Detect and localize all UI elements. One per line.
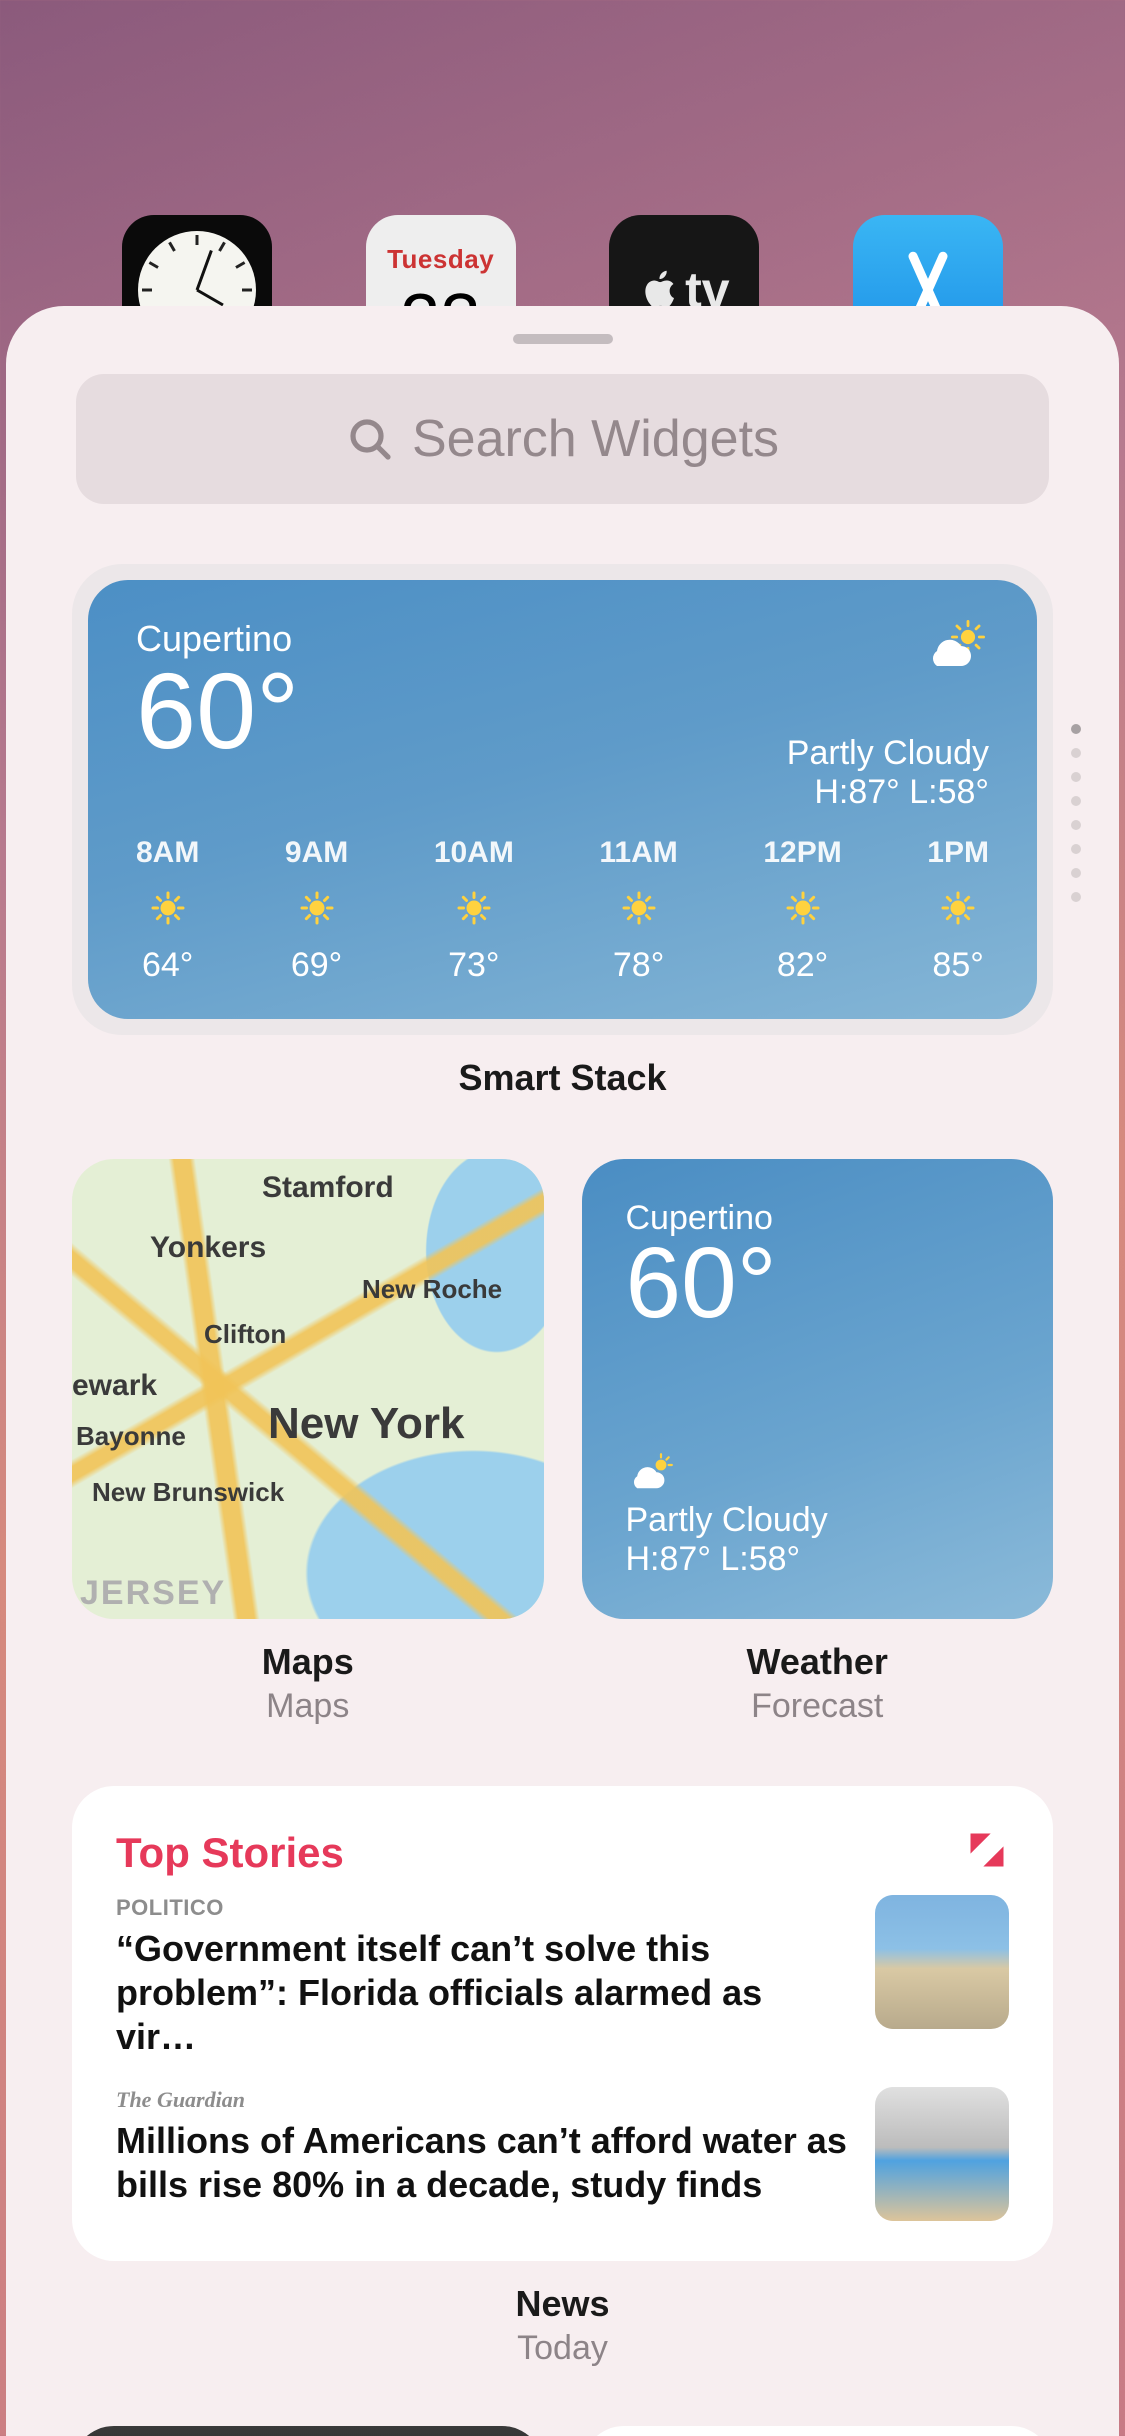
hour-item: 8AM 64° xyxy=(136,836,199,985)
story-thumbnail xyxy=(875,2087,1009,2221)
sun-icon xyxy=(456,890,492,926)
map-region-label: JERSEY xyxy=(80,1574,226,1613)
hour-time: 10AM xyxy=(434,836,514,870)
search-input[interactable]: Search Widgets xyxy=(76,374,1049,504)
hour-item: 11AM 78° xyxy=(599,836,677,985)
partly-cloudy-icon xyxy=(923,620,989,668)
maps-label: Maps xyxy=(72,1641,544,1683)
weather-small-condition: Partly Cloudy xyxy=(626,1501,1010,1540)
weather-small-temperature: 60° xyxy=(626,1238,1010,1328)
story-thumbnail xyxy=(875,1895,1009,2029)
smart-stack-label: Smart Stack xyxy=(72,1057,1053,1099)
weather-widget-small[interactable]: Cupertino 60° Partly Cloudy H:87° L:58° xyxy=(582,1159,1054,1619)
sun-icon xyxy=(940,890,976,926)
hour-time: 11AM xyxy=(599,836,677,870)
news-sublabel: Today xyxy=(72,2329,1053,2368)
weather-temperature: 60° xyxy=(136,654,299,767)
hour-temp: 69° xyxy=(291,946,342,985)
weather-sublabel: Forecast xyxy=(582,1687,1054,1726)
weather-widget-large[interactable]: Cupertino 60° Partly Cloudy H:87° L:58° … xyxy=(88,580,1037,1019)
story-source: POLITICO xyxy=(116,1895,849,1921)
story-headline: Millions of Americans can’t afford water… xyxy=(116,2119,849,2207)
map-city-label: Clifton xyxy=(204,1319,286,1350)
next-widgets-row xyxy=(72,2426,1053,2436)
apple-logo-icon xyxy=(639,269,681,311)
map-city-label: New York xyxy=(268,1399,464,1449)
sun-icon xyxy=(785,890,821,926)
story-source: The Guardian xyxy=(116,2087,849,2113)
widget-peek[interactable] xyxy=(72,2426,544,2436)
maps-widget[interactable]: Stamford Yonkers New Roche Clifton ewark… xyxy=(72,1159,544,1619)
hour-item: 10AM 73° xyxy=(434,836,514,985)
news-story[interactable]: POLITICO “Government itself can’t solve … xyxy=(116,1895,1009,2059)
hourly-forecast: 8AM 64° 9AM 69° 10AM 73° 11AM 78° 12PM 82° 1P… xyxy=(136,836,989,985)
map-city-label: Yonkers xyxy=(150,1231,266,1265)
hour-time: 1PM xyxy=(927,836,989,870)
hour-time: 12PM xyxy=(763,836,841,870)
news-story[interactable]: The Guardian Millions of Americans can’t… xyxy=(116,2087,1009,2221)
partly-cloudy-icon xyxy=(626,1452,676,1490)
story-headline: “Government itself can’t solve this prob… xyxy=(116,1927,849,2059)
news-widget[interactable]: Top Stories POLITICO “Government itself … xyxy=(72,1786,1053,2261)
weather-high-low: H:87° L:58° xyxy=(814,773,989,812)
hour-temp: 85° xyxy=(932,946,983,985)
sun-icon xyxy=(621,890,657,926)
hour-time: 9AM xyxy=(285,836,348,870)
map-city-label: Stamford xyxy=(262,1171,394,1205)
map-city-label: ewark xyxy=(72,1369,157,1403)
hour-temp: 64° xyxy=(142,946,193,985)
maps-sublabel: Maps xyxy=(72,1687,544,1726)
stack-page-dots xyxy=(1071,724,1081,902)
apple-news-icon xyxy=(965,1828,1009,1877)
hour-temp: 82° xyxy=(777,946,828,985)
hour-temp: 73° xyxy=(448,946,499,985)
hour-time: 8AM xyxy=(136,836,199,870)
sheet-grabber[interactable] xyxy=(513,334,613,344)
weather-label: Weather xyxy=(582,1641,1054,1683)
sun-icon xyxy=(299,890,335,926)
search-placeholder: Search Widgets xyxy=(412,409,779,469)
hour-item: 1PM 85° xyxy=(927,836,989,985)
map-city-label: Bayonne xyxy=(76,1421,186,1452)
map-city-label: New Roche xyxy=(362,1274,502,1305)
hour-item: 9AM 69° xyxy=(285,836,348,985)
news-header: Top Stories xyxy=(116,1829,344,1877)
weather-condition: Partly Cloudy xyxy=(787,734,989,773)
smart-stack-widget[interactable]: Cupertino 60° Partly Cloudy H:87° L:58° … xyxy=(72,564,1053,1035)
news-label: News xyxy=(72,2283,1053,2325)
hour-item: 12PM 82° xyxy=(763,836,841,985)
map-city-label: New Brunswick xyxy=(92,1477,284,1508)
calendar-day-label: Tuesday xyxy=(387,244,494,275)
widget-gallery-sheet[interactable]: Search Widgets Cupertino 60° Partly Clou… xyxy=(6,306,1119,2436)
search-icon xyxy=(346,415,394,463)
widget-peek[interactable] xyxy=(582,2426,1054,2436)
weather-small-high-low: H:87° L:58° xyxy=(626,1540,1010,1579)
sun-icon xyxy=(150,890,186,926)
hour-temp: 78° xyxy=(613,946,664,985)
